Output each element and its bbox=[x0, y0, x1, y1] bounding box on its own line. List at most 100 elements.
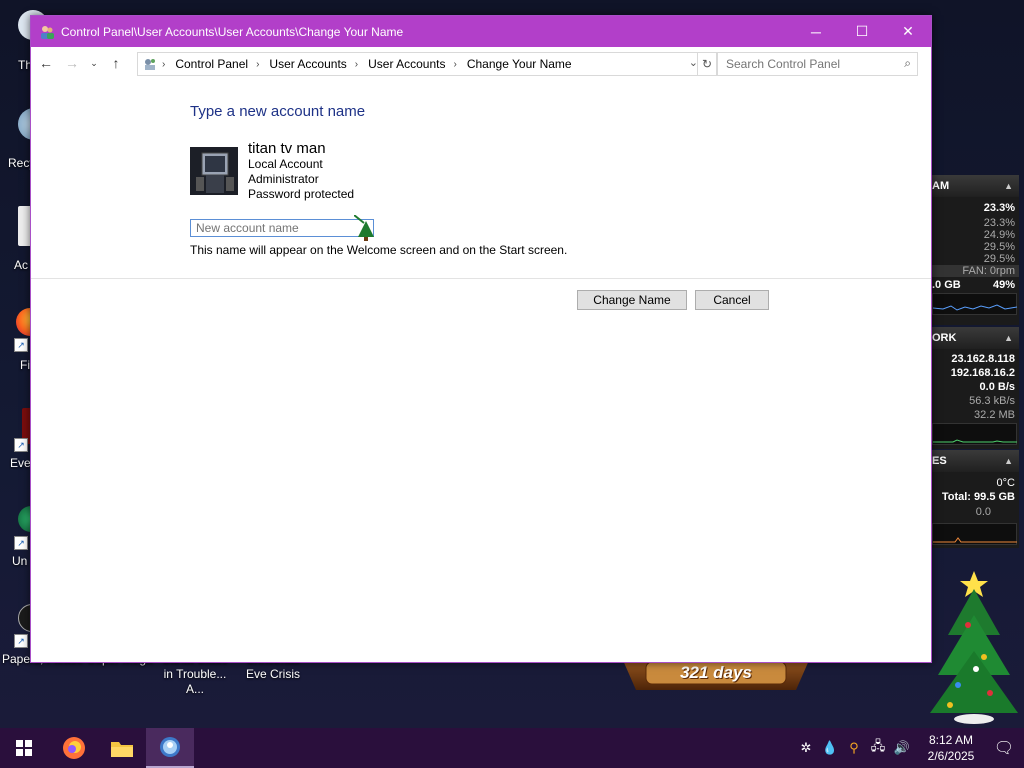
control-panel-icon bbox=[145, 59, 155, 70]
breadcrumb-separator-icon[interactable]: › bbox=[162, 59, 165, 70]
control-panel-taskbar-icon bbox=[160, 737, 180, 757]
shortcut-arrow-icon: ↗ bbox=[14, 338, 28, 352]
user-picture bbox=[190, 147, 238, 195]
breadcrumb-change-your-name[interactable]: Change Your Name bbox=[467, 57, 572, 71]
breadcrumb-user-accounts-2[interactable]: User Accounts bbox=[368, 57, 445, 71]
desktop-icon-label: Un bbox=[12, 554, 28, 568]
forward-button[interactable]: → bbox=[61, 52, 83, 74]
network-graph bbox=[932, 423, 1017, 445]
cpu-core: 29.5% bbox=[983, 241, 1015, 253]
external-ip: 23.162.8.118 bbox=[951, 353, 1015, 365]
breadcrumb-control-panel[interactable]: Control Panel bbox=[175, 57, 248, 71]
cpu-total: 23.3% bbox=[983, 202, 1015, 214]
window-title: Control Panel\User Accounts\User Account… bbox=[61, 24, 404, 39]
drive-graph bbox=[932, 523, 1017, 545]
network-gadget: ORK ▲ 23.162.8.118 192.168.16.2 0.0 B/s … bbox=[930, 327, 1019, 449]
cancel-button[interactable]: Cancel bbox=[695, 290, 769, 310]
breadcrumb-separator-icon[interactable]: › bbox=[355, 59, 358, 70]
taskbar-firefox[interactable] bbox=[50, 728, 98, 768]
taskbar-control-panel[interactable] bbox=[146, 728, 194, 768]
drive-temp: 0°C bbox=[996, 477, 1015, 489]
desktop-icon-label: Fi bbox=[20, 358, 30, 372]
collapse-icon[interactable]: ▲ bbox=[1004, 181, 1013, 191]
folder-icon bbox=[111, 742, 133, 757]
maximize-button[interactable]: ☐ bbox=[839, 16, 885, 47]
breadcrumb-separator-icon[interactable]: › bbox=[256, 59, 259, 70]
system-tray: ✲ 💧 ⚲ 🖧 🔊 8:12 AM 2/6/2025 🗨 bbox=[794, 728, 1024, 768]
shortcut-arrow-icon: ↗ bbox=[14, 634, 28, 648]
shortcut-arrow-icon: ↗ bbox=[14, 438, 28, 452]
search-icon[interactable]: ⌕ bbox=[904, 56, 911, 71]
drive-total: Total: 99.5 GB bbox=[941, 491, 1015, 503]
gadget-title: ES bbox=[932, 455, 947, 467]
drives-gadget: ES ▲ 0°C Total: 99.5 GB 0.0 bbox=[930, 450, 1019, 548]
clock-date: 2/6/2025 bbox=[927, 749, 975, 763]
windows-logo-icon bbox=[16, 740, 32, 756]
title-bar[interactable]: Control Panel\User Accounts\User Account… bbox=[31, 16, 931, 47]
gadget-header: AM ▲ bbox=[930, 175, 1019, 197]
christmas-tree-icon bbox=[930, 571, 1018, 724]
countdown-label: 321 days bbox=[680, 663, 752, 682]
clock-time: 8:12 AM bbox=[928, 733, 974, 747]
tray-app-icon[interactable]: ✲ bbox=[794, 740, 818, 756]
start-button[interactable] bbox=[0, 728, 48, 768]
account-role: Administrator bbox=[248, 172, 319, 186]
network-icon[interactable]: 🖧 bbox=[866, 737, 890, 759]
navigation-bar: ← → ⌄ ↑ › Control Panel › User Accounts … bbox=[31, 47, 931, 79]
taskbar-file-explorer[interactable] bbox=[98, 728, 146, 768]
control-panel-window: Control Panel\User Accounts\User Account… bbox=[30, 15, 932, 663]
close-button[interactable]: ✕ bbox=[885, 16, 931, 47]
breadcrumb-separator-icon[interactable]: › bbox=[454, 59, 457, 70]
minimize-button[interactable]: ─ bbox=[793, 16, 839, 47]
collapse-icon[interactable]: ▲ bbox=[1004, 333, 1013, 343]
cpu-core: 24.9% bbox=[983, 229, 1015, 241]
cpu-core: 23.3% bbox=[983, 217, 1015, 229]
main-content: Type a new account name titan tv man Loc… bbox=[31, 79, 931, 659]
cpu-core: 29.5% bbox=[983, 253, 1015, 265]
account-name: titan tv man bbox=[248, 140, 326, 157]
search-box[interactable]: ⌕ bbox=[717, 52, 918, 76]
recent-locations-button[interactable]: ⌄ bbox=[87, 52, 101, 74]
shortcut-arrow-icon: ↗ bbox=[14, 536, 28, 550]
memory-used: .0 GB bbox=[932, 279, 961, 291]
address-bar[interactable]: › Control Panel › User Accounts › User A… bbox=[137, 52, 717, 76]
change-name-button[interactable]: Change Name bbox=[577, 290, 687, 310]
taskbar: ✲ 💧 ⚲ 🖧 🔊 8:12 AM 2/6/2025 🗨 bbox=[0, 728, 1024, 768]
drive-value: 0.0 bbox=[975, 506, 991, 518]
avatar bbox=[190, 147, 238, 195]
total-transfer: 32.2 MB bbox=[974, 409, 1015, 421]
memory-row: .0 GB 49% bbox=[930, 277, 1019, 291]
desktop-icon-label: Ac bbox=[14, 258, 29, 272]
search-input[interactable] bbox=[724, 56, 898, 72]
gadget-header: ES ▲ bbox=[930, 450, 1019, 472]
notifications-icon[interactable]: 🗨 bbox=[984, 738, 1024, 758]
download-speed: 56.3 kB/s bbox=[969, 395, 1015, 407]
memory-graph bbox=[932, 293, 1018, 315]
local-ip: 192.168.16.2 bbox=[950, 367, 1015, 379]
new-account-name-input[interactable] bbox=[190, 219, 374, 237]
gadget-title: ORK bbox=[932, 332, 957, 344]
page-title: Type a new account name bbox=[190, 103, 366, 120]
christmas-tree-cursor-icon bbox=[354, 215, 374, 241]
breadcrumb-user-accounts[interactable]: User Accounts bbox=[269, 57, 346, 71]
clock[interactable]: 8:12 AM 2/6/2025 bbox=[918, 732, 984, 764]
account-info: titan tv man Local Account Administrator… bbox=[248, 141, 354, 202]
memory-percent: 49% bbox=[992, 279, 1015, 291]
desktop-icon-label: Eve bbox=[10, 456, 31, 470]
cpu-ram-gadget: AM ▲ 23.3% 23.3% 24.9% 29.5% 29.5% FAN: … bbox=[930, 175, 1019, 325]
tray-droplet-icon[interactable]: 💧 bbox=[818, 740, 842, 756]
hint-text: This name will appear on the Welcome scr… bbox=[190, 243, 568, 257]
back-button[interactable]: ← bbox=[35, 52, 57, 74]
gadget-header: ORK ▲ bbox=[930, 327, 1019, 349]
fan-speed: FAN: 0rpm bbox=[930, 265, 1019, 277]
user-accounts-icon bbox=[41, 25, 54, 39]
up-button[interactable]: ↑ bbox=[105, 52, 127, 74]
gadget-title: AM bbox=[932, 180, 950, 192]
collapse-icon[interactable]: ▲ bbox=[1004, 456, 1013, 466]
tray-search-icon[interactable]: ⚲ bbox=[842, 740, 866, 756]
refresh-button[interactable]: ↻ bbox=[697, 53, 716, 75]
firefox-icon bbox=[63, 737, 85, 759]
account-type: Local Account bbox=[248, 157, 323, 171]
volume-icon[interactable]: 🔊 bbox=[890, 740, 914, 756]
divider bbox=[31, 278, 931, 279]
